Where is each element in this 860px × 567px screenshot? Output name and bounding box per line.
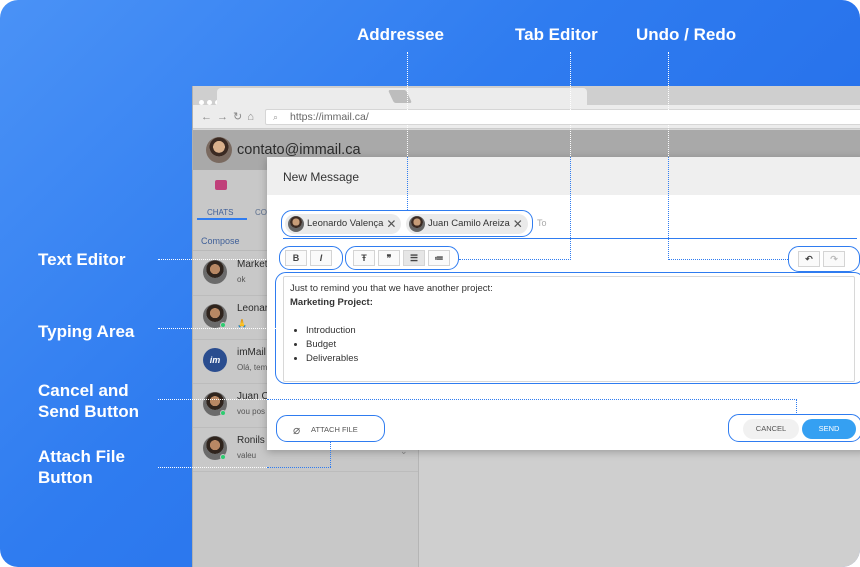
leader-line: [668, 259, 788, 260]
heading-button[interactable]: Ŧ: [353, 250, 375, 266]
leader-line: [158, 328, 276, 329]
tab-contacts[interactable]: CO: [255, 208, 267, 217]
chat-name: Ronils: [237, 435, 265, 446]
chat-name: Leonar: [237, 303, 269, 314]
leader-line: [158, 259, 278, 260]
remove-recipient-icon[interactable]: ✕: [513, 214, 523, 234]
attach-label: ATTACH FILE: [311, 425, 358, 434]
account-avatar[interactable]: [206, 137, 232, 163]
attach-file-button[interactable]: ⌀ ATTACH FILE: [283, 419, 379, 441]
nav-icons[interactable]: ←→↻⌂: [201, 110, 259, 123]
leader-line: [407, 52, 408, 156]
callout-text-editor: Text Editor: [38, 250, 126, 269]
recipient-chip[interactable]: Leonardo Valença ✕: [285, 214, 402, 234]
numbered-list-button[interactable]: ≔: [428, 250, 450, 266]
leader-line: [330, 442, 331, 467]
leader-line: [668, 157, 669, 260]
leader-line: [570, 157, 571, 260]
leader-line: [459, 259, 571, 260]
immail-logo-icon: im: [203, 348, 227, 372]
chat-preview: Olá, tem: [237, 363, 268, 372]
leader-line: [267, 467, 331, 468]
leader-line: [796, 399, 797, 415]
callout-line: Send Button: [38, 402, 140, 421]
browser-toolbar: ←→↻⌂ ⌕ https://immail.ca/: [193, 105, 860, 129]
callout-line: Attach File: [38, 447, 125, 466]
tab-chats[interactable]: CHATS: [207, 208, 234, 217]
cancel-button[interactable]: CANCEL: [743, 419, 799, 439]
chat-preview: valeu: [237, 451, 257, 460]
chat-preview: 🙏: [237, 319, 247, 328]
remove-recipient-icon[interactable]: ✕: [386, 214, 396, 234]
redo-button[interactable]: ↷: [823, 251, 845, 267]
chat-name: Juan C: [237, 391, 269, 402]
recipient-chip[interactable]: Juan Camilo Areiza ✕: [406, 214, 528, 234]
bulleted-list-button[interactable]: ☰: [403, 250, 425, 266]
leader-line: [407, 157, 408, 210]
recipient-name: Juan Camilo Areiza: [428, 218, 510, 229]
compose-link[interactable]: Compose: [201, 236, 240, 246]
list-item: Introduction: [306, 324, 848, 338]
leader-line: [668, 52, 669, 156]
callout-tab-editor: Tab Editor: [515, 25, 598, 44]
background-panel: × ←→↻⌂ ⌕ https://immail.ca/ contato@imma…: [0, 0, 860, 567]
list-item: Budget: [306, 338, 848, 352]
url-text: https://immail.ca/: [290, 111, 369, 123]
chat-preview: vou pos: [237, 407, 266, 416]
chat-preview: ok: [237, 275, 246, 284]
italic-button[interactable]: I: [310, 250, 332, 266]
leader-line: [570, 52, 571, 156]
message-body-editor[interactable]: Just to remind you that we have another …: [283, 276, 855, 382]
recipient-name: Leonardo Valença: [307, 218, 384, 229]
bold-button[interactable]: B: [285, 250, 307, 266]
callout-typing-area: Typing Area: [38, 322, 135, 341]
body-list: Introduction Budget Deliverables: [306, 324, 848, 366]
account-email: contato@immail.ca: [237, 142, 361, 158]
quote-button[interactable]: ❞: [378, 250, 400, 266]
avatar: [409, 216, 425, 232]
callout-line: Button: [38, 468, 93, 487]
callout-addressee: Addressee: [357, 25, 444, 44]
active-tab-indicator: [197, 218, 247, 220]
avatar: [203, 260, 227, 284]
avatar: [288, 216, 304, 232]
dialog-title: New Message: [283, 170, 360, 184]
leader-line: [158, 399, 267, 400]
callout-attach-file: Attach File Button: [38, 446, 125, 488]
to-field-placeholder[interactable]: To: [537, 218, 547, 228]
online-indicator: [220, 454, 226, 460]
chat-name: Market: [237, 259, 268, 270]
paperclip-icon: ⌀: [293, 423, 301, 437]
body-line: Just to remind you that we have another …: [290, 283, 493, 294]
leader-line: [267, 399, 797, 400]
online-indicator: [220, 410, 226, 416]
chat-icon[interactable]: [215, 180, 227, 190]
new-message-dialog: New Message Leonardo Valença ✕ Juan Cami…: [267, 157, 860, 450]
leader-line: [158, 467, 267, 468]
chat-name: imMail: [237, 347, 266, 358]
send-button[interactable]: SEND: [802, 419, 856, 439]
body-heading: Marketing Project:: [290, 297, 373, 308]
list-item: Deliverables: [306, 352, 848, 366]
url-bar[interactable]: ⌕ https://immail.ca/: [265, 109, 860, 125]
search-icon: ⌕: [273, 112, 279, 122]
undo-button[interactable]: ↶: [798, 251, 820, 267]
browser-titlebar: ×: [193, 86, 860, 105]
callout-undo-redo: Undo / Redo: [636, 25, 737, 44]
callout-line: Cancel and: [38, 381, 129, 400]
callout-cancel-send: Cancel and Send Button: [38, 380, 139, 422]
dialog-header: New Message: [267, 157, 860, 195]
